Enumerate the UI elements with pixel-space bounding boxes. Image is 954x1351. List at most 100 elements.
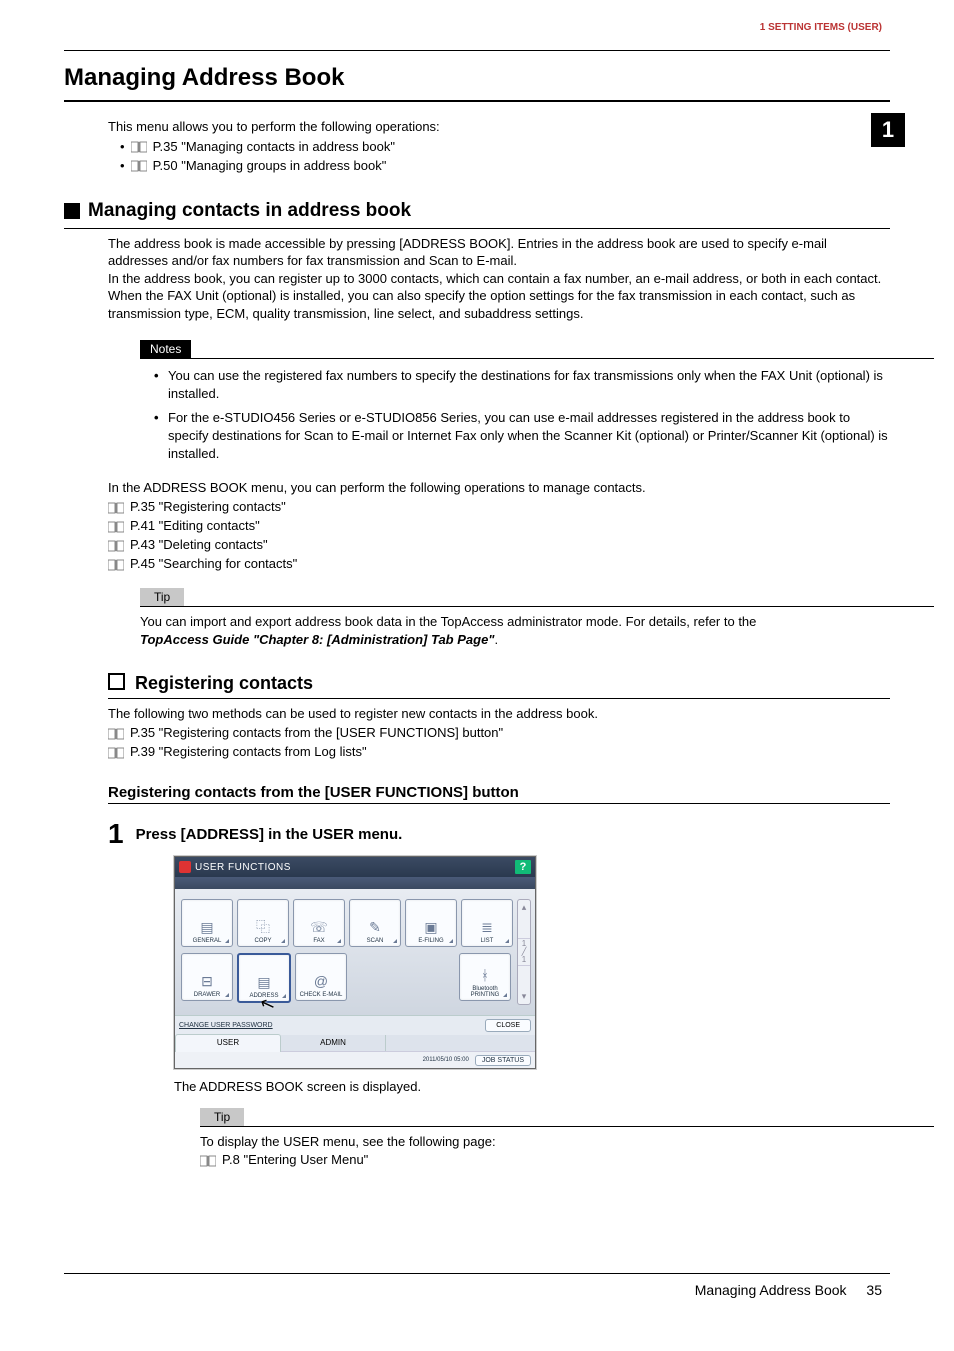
book-icon bbox=[108, 518, 124, 537]
step-1: 1 Press [ADDRESS] in the USER menu. bbox=[108, 820, 890, 848]
section-rule bbox=[108, 803, 890, 804]
close-button[interactable]: CLOSE bbox=[485, 1019, 531, 1032]
tip-reference-title: TopAccess Guide "Chapter 8: [Administrat… bbox=[140, 632, 494, 647]
ref-searching[interactable]: P.45 "Searching for contacts" bbox=[108, 555, 890, 574]
ref-userfunc[interactable]: P.35 "Registering contacts from the [USE… bbox=[108, 724, 890, 743]
book-icon bbox=[108, 537, 124, 556]
tip-label: Tip bbox=[200, 1108, 244, 1126]
page-title: Managing Address Book bbox=[64, 64, 890, 92]
tip-rule bbox=[200, 1126, 934, 1127]
tab-user[interactable]: USER bbox=[175, 1034, 281, 1052]
square-bullet-icon bbox=[64, 203, 80, 219]
tip-ref-link[interactable]: P.8 "Entering User Menu" bbox=[222, 1152, 368, 1167]
btn-bluetooth[interactable]: ᚼBluetooth PRINTING bbox=[459, 953, 511, 1001]
footer-page-number: 35 bbox=[866, 1282, 882, 1298]
content-area: Managing Address Book This menu allows y… bbox=[64, 60, 890, 1169]
blank-slot bbox=[405, 953, 455, 999]
tip-label: Tip bbox=[140, 588, 184, 606]
intro-lead: This menu allows you to perform the foll… bbox=[108, 118, 890, 136]
sec1-para1: The address book is made accessible by p… bbox=[108, 235, 890, 270]
ref-editing[interactable]: P.41 "Editing contacts" bbox=[108, 517, 890, 536]
mfp-title: USER FUNCTIONS bbox=[195, 862, 291, 873]
scroll-down-icon[interactable]: ▾ bbox=[522, 991, 527, 1002]
intro-links: P.35 "Managing contacts in address book"… bbox=[120, 138, 890, 176]
document-page: 1 SETTING ITEMS (USER) 1 Managing Addres… bbox=[0, 0, 954, 1351]
btn-drawer[interactable]: ⊟DRAWER bbox=[181, 953, 233, 1001]
ref-loglists[interactable]: P.39 "Registering contacts from Log list… bbox=[108, 743, 890, 762]
mfp-row1: ▤GENERAL ⿻COPY ☏FAX ✎SCAN ▣E-FILING ≣LIS… bbox=[181, 899, 513, 947]
running-header: 1 SETTING ITEMS (USER) bbox=[760, 22, 882, 33]
step1-result: The ADDRESS BOOK screen is displayed. bbox=[174, 1079, 890, 1094]
note-2: For the e-STUDIO456 Series or e-STUDIO85… bbox=[154, 409, 890, 463]
general-icon: ▤ bbox=[196, 918, 218, 936]
change-password-link[interactable]: CHANGE USER PASSWORD bbox=[179, 1022, 273, 1029]
address-icon: ▤ bbox=[253, 973, 275, 991]
intro-link-2[interactable]: P.50 "Managing groups in address book" bbox=[120, 157, 890, 176]
section-registering-contacts: Registering contacts bbox=[108, 673, 890, 694]
ref-registering[interactable]: P.35 "Registering contacts" bbox=[108, 498, 890, 517]
mfp-app-icon bbox=[179, 861, 191, 873]
bluetooth-icon: ᚼ bbox=[474, 966, 496, 984]
tip-body: You can import and export address book d… bbox=[140, 613, 890, 648]
btn-fax[interactable]: ☏FAX bbox=[293, 899, 345, 947]
notes-label: Notes bbox=[140, 340, 191, 358]
step-instruction: Press [ADDRESS] in the USER menu. bbox=[136, 826, 403, 843]
btn-address[interactable]: ▤ADDRESS↖ bbox=[237, 953, 291, 1003]
btn-list[interactable]: ≣LIST bbox=[461, 899, 513, 947]
sec1-para2: In the address book, you can register up… bbox=[108, 270, 890, 323]
intro-link-1[interactable]: P.35 "Managing contacts in address book" bbox=[120, 138, 890, 157]
step-number: 1 bbox=[108, 820, 124, 848]
scan-icon: ✎ bbox=[364, 918, 386, 936]
btn-general[interactable]: ▤GENERAL bbox=[181, 899, 233, 947]
mfp-subbar bbox=[175, 877, 535, 889]
mfp-status-bar: 2011/05/10 05:00 JOB STATUS bbox=[175, 1051, 535, 1068]
tip-rule bbox=[140, 606, 934, 607]
mfp-lower-bar: CHANGE USER PASSWORD CLOSE bbox=[175, 1015, 535, 1035]
fax-icon: ☏ bbox=[308, 918, 330, 936]
efiling-icon: ▣ bbox=[420, 918, 442, 936]
book-icon bbox=[108, 499, 124, 518]
ref-deleting[interactable]: P.43 "Deleting contacts" bbox=[108, 536, 890, 555]
mfp-body: ▤GENERAL ⿻COPY ☏FAX ✎SCAN ▣E-FILING ≣LIS… bbox=[175, 889, 535, 1015]
sec2-lead: The following two methods can be used to… bbox=[108, 705, 890, 723]
section-rule bbox=[64, 228, 890, 229]
scroll-up-icon[interactable]: ▴ bbox=[522, 902, 527, 913]
book-icon bbox=[108, 556, 124, 575]
book-icon bbox=[108, 724, 124, 743]
btn-check-email[interactable]: @CHECK E-MAIL bbox=[295, 953, 347, 1001]
mfp-titlebar: USER FUNCTIONS ? bbox=[175, 857, 535, 877]
page-indicator: 1╱1 bbox=[518, 938, 530, 966]
tab-admin[interactable]: ADMIN bbox=[281, 1035, 386, 1051]
email-icon: @ bbox=[310, 972, 332, 990]
btn-efiling[interactable]: ▣E-FILING bbox=[405, 899, 457, 947]
book-icon bbox=[131, 157, 147, 176]
scroll-bar[interactable]: ▴ 1╱1 ▾ bbox=[517, 899, 531, 1005]
btn-scan[interactable]: ✎SCAN bbox=[349, 899, 401, 947]
notes-rule bbox=[140, 358, 934, 359]
section-reg-userfunc: Registering contacts from the [USER FUNC… bbox=[108, 784, 890, 801]
datetime-label: 2011/05/10 05:00 bbox=[423, 1057, 469, 1063]
sec1-lead2: In the ADDRESS BOOK menu, you can perfor… bbox=[108, 479, 890, 497]
mfp-row2: ⊟DRAWER ▤ADDRESS↖ @CHECK E-MAIL ᚼBluetoo… bbox=[181, 953, 513, 1003]
help-button[interactable]: ? bbox=[515, 860, 531, 874]
job-status-button[interactable]: JOB STATUS bbox=[475, 1055, 531, 1066]
section-rule bbox=[108, 698, 890, 699]
mfp-tabs: USER ADMIN bbox=[175, 1035, 535, 1051]
header-rule bbox=[64, 50, 890, 51]
footer-rule bbox=[64, 1273, 890, 1274]
btn-copy[interactable]: ⿻COPY bbox=[237, 899, 289, 947]
footer-title: Managing Address Book bbox=[695, 1282, 847, 1298]
sec2-refs: P.35 "Registering contacts from the [USE… bbox=[108, 724, 890, 762]
outline-square-icon bbox=[108, 673, 125, 690]
list-icon: ≣ bbox=[476, 918, 498, 936]
book-icon bbox=[131, 138, 147, 157]
mfp-panel: USER FUNCTIONS ? ▤GENERAL ⿻COPY ☏FAX ✎SC… bbox=[174, 856, 536, 1069]
blank-slot bbox=[351, 953, 401, 999]
copy-icon: ⿻ bbox=[252, 918, 274, 936]
section-managing-contacts: Managing contacts in address book bbox=[64, 200, 890, 222]
tip-body-text: To display the USER menu, see the follow… bbox=[200, 1134, 496, 1149]
device-screenshot: USER FUNCTIONS ? ▤GENERAL ⿻COPY ☏FAX ✎SC… bbox=[174, 856, 890, 1069]
notes-list: You can use the registered fax numbers t… bbox=[154, 367, 890, 463]
book-icon bbox=[108, 743, 124, 762]
note-1: You can use the registered fax numbers t… bbox=[154, 367, 890, 403]
